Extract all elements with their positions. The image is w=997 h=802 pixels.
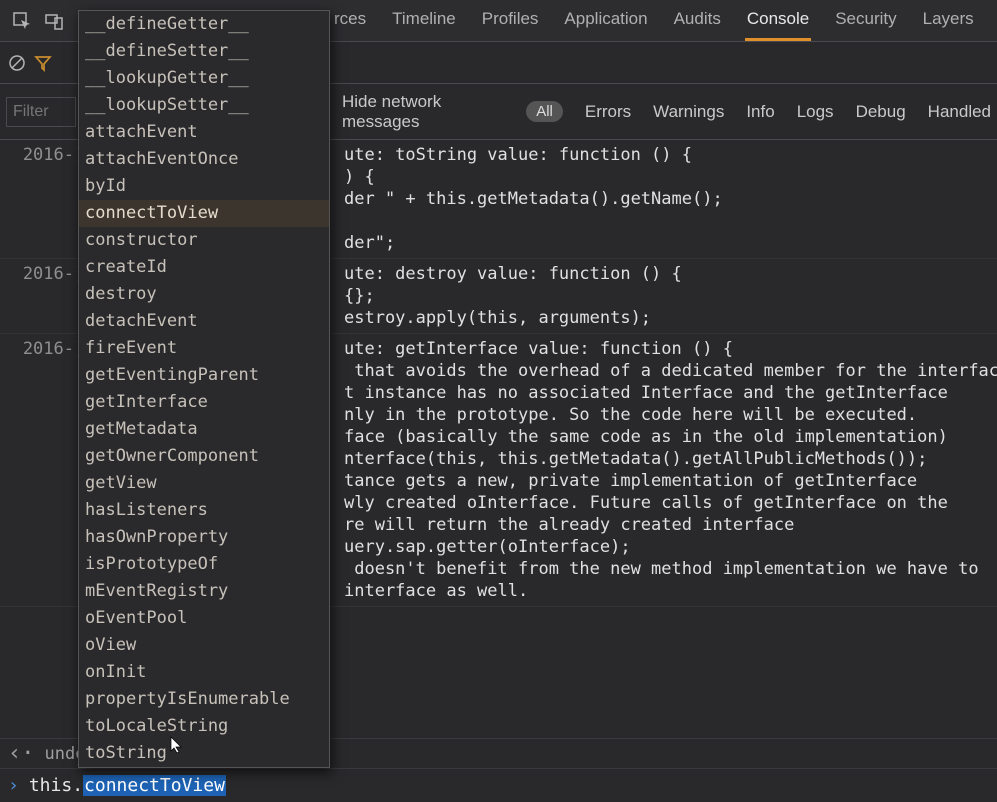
filter-logs[interactable]: Logs (797, 102, 834, 122)
autocomplete-item[interactable]: fireEvent (79, 335, 329, 362)
autocomplete-popup[interactable]: __defineGetter____defineSetter____lookup… (78, 10, 330, 768)
console-prompt[interactable]: › this.connectToView (0, 768, 997, 802)
autocomplete-item[interactable]: getMetadata (79, 416, 329, 443)
filter-all-pill[interactable]: All (526, 101, 563, 122)
tab-security[interactable]: Security (833, 0, 898, 41)
autocomplete-item[interactable]: getView (79, 470, 329, 497)
inspect-element-icon[interactable] (8, 7, 36, 35)
autocomplete-item[interactable]: isPrototypeOf (79, 551, 329, 578)
clear-console-icon[interactable] (8, 54, 26, 72)
autocomplete-item[interactable]: destroy (79, 281, 329, 308)
autocomplete-item[interactable]: byId (79, 173, 329, 200)
filter-warnings[interactable]: Warnings (653, 102, 724, 122)
tab-audits[interactable]: Audits (672, 0, 723, 41)
filter-icon[interactable] (34, 54, 52, 72)
tab-sources[interactable]: rces (332, 0, 368, 41)
tab-profiles[interactable]: Profiles (480, 0, 541, 41)
prompt-chevron-icon: › (8, 775, 19, 796)
autocomplete-item[interactable]: toLocaleString (79, 713, 329, 740)
filter-input[interactable] (6, 97, 76, 127)
log-code: ute: toString value: function () { ) { d… (344, 144, 723, 254)
filter-debug[interactable]: Debug (856, 102, 906, 122)
timestamp: 2016- (6, 338, 76, 602)
autocomplete-item[interactable]: getEventingParent (79, 362, 329, 389)
tab-layers[interactable]: Layers (921, 0, 976, 41)
autocomplete-item[interactable]: mEventRegistry (79, 578, 329, 605)
device-toolbar-icon[interactable] (40, 7, 68, 35)
autocomplete-item[interactable]: onInit (79, 659, 329, 686)
prompt-prefix: this. (29, 775, 83, 796)
autocomplete-item[interactable]: attachEvent (79, 119, 329, 146)
filter-handled[interactable]: Handled (928, 102, 991, 122)
autocomplete-item[interactable]: constructor (79, 227, 329, 254)
autocomplete-item[interactable]: __defineSetter__ (79, 38, 329, 65)
autocomplete-item[interactable]: connectToView (79, 200, 329, 227)
hide-network-label[interactable]: Hide network messages (342, 92, 504, 132)
autocomplete-item[interactable]: oView (79, 632, 329, 659)
filter-errors[interactable]: Errors (585, 102, 631, 122)
tab-application[interactable]: Application (562, 0, 649, 41)
autocomplete-item[interactable]: __lookupSetter__ (79, 92, 329, 119)
timestamp: 2016- (6, 144, 76, 254)
timestamp: 2016- (6, 263, 76, 329)
autocomplete-item[interactable]: hasOwnProperty (79, 524, 329, 551)
filter-info[interactable]: Info (746, 102, 774, 122)
autocomplete-item[interactable]: getInterface (79, 389, 329, 416)
autocomplete-item[interactable]: __lookupGetter__ (79, 65, 329, 92)
prompt-completion: connectToView (83, 775, 226, 796)
back-icon[interactable]: ‹· (8, 741, 35, 766)
autocomplete-item[interactable]: __defineGetter__ (79, 11, 329, 38)
devtools-tabs: rces Timeline Profiles Application Audit… (332, 0, 976, 41)
autocomplete-item[interactable]: toString (79, 740, 329, 767)
autocomplete-item[interactable]: getOwnerComponent (79, 443, 329, 470)
tab-timeline[interactable]: Timeline (390, 0, 458, 41)
tab-console[interactable]: Console (745, 0, 811, 41)
autocomplete-item[interactable]: propertyIsEnumerable (79, 686, 329, 713)
autocomplete-item[interactable]: createId (79, 254, 329, 281)
log-code: ute: getInterface value: function () { t… (344, 338, 997, 602)
autocomplete-item[interactable]: hasListeners (79, 497, 329, 524)
autocomplete-item[interactable]: oEventPool (79, 605, 329, 632)
mouse-cursor-icon (170, 736, 184, 754)
autocomplete-item[interactable]: detachEvent (79, 308, 329, 335)
log-code: ute: destroy value: function () { {}; es… (344, 263, 682, 329)
autocomplete-item[interactable]: attachEventOnce (79, 146, 329, 173)
